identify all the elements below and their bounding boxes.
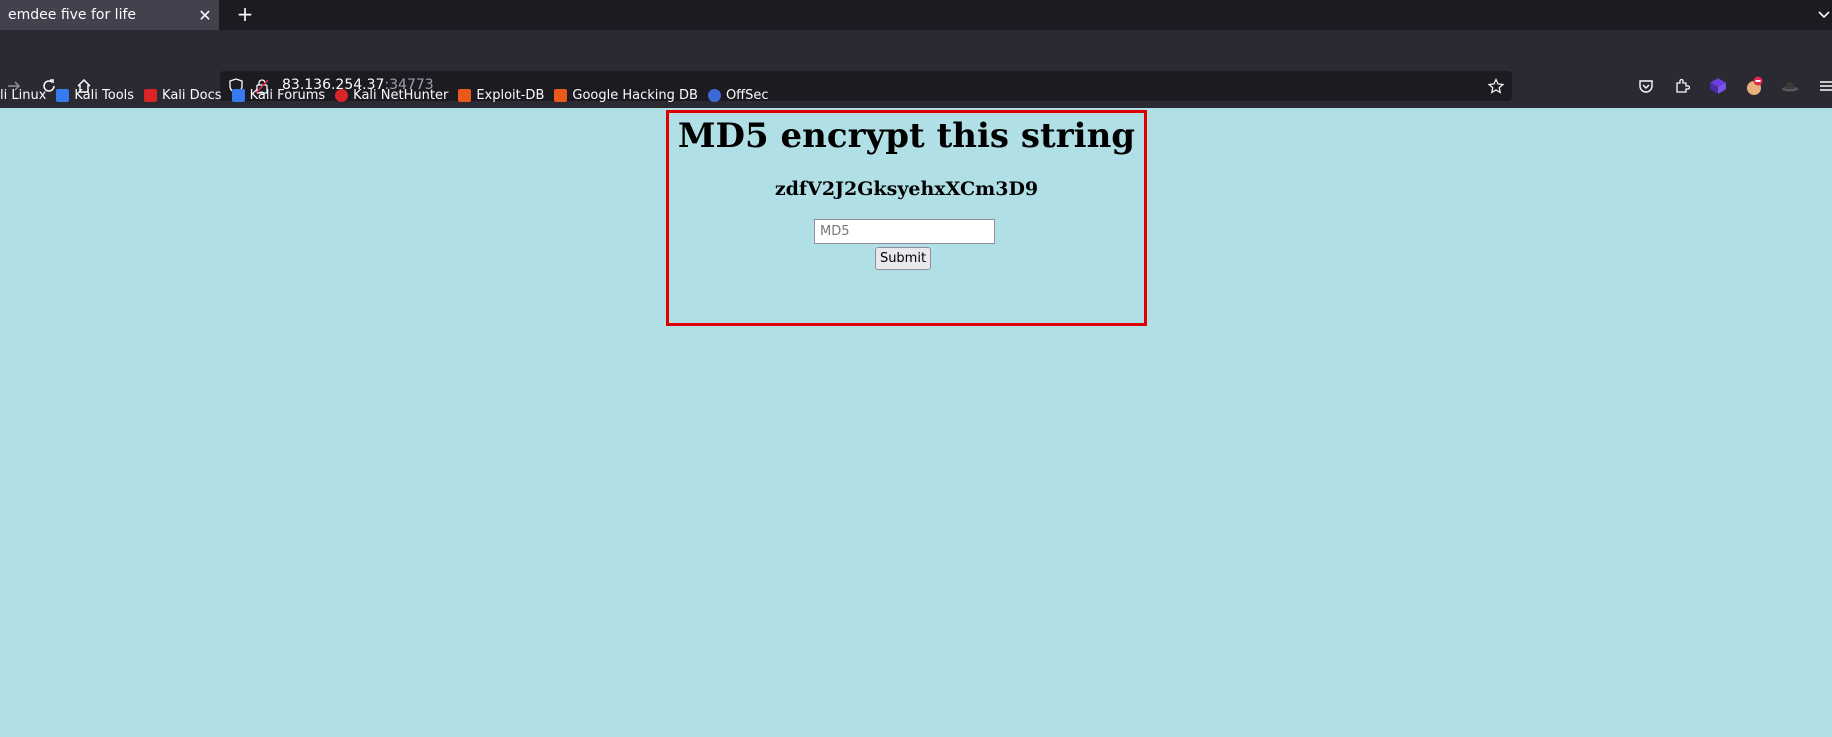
bookmark-kali-linux[interactable]: li Linux: [0, 88, 46, 103]
bookmark-label: Kali Tools: [74, 87, 135, 103]
kali-nethunter-icon: [335, 88, 349, 102]
bookmarks-toolbar: li Linux Kali Tools Kali Docs Kali Forum…: [0, 82, 1832, 108]
exploit-db-icon: [458, 88, 472, 102]
kali-forums-icon: [231, 88, 245, 102]
bookmark-label: Google Hacking DB: [572, 87, 698, 103]
bookmark-label: OffSec: [725, 87, 769, 103]
bookmark-kali-docs[interactable]: Kali Docs: [144, 88, 222, 103]
kali-docs-icon: [144, 88, 158, 102]
md5-input[interactable]: [814, 219, 995, 244]
nav-bar: 83.136.254.37:34773 li Linux Kali Tools …: [0, 30, 1832, 112]
bookmark-google-hacking-db[interactable]: Google Hacking DB: [554, 88, 698, 103]
challenge-box: MD5 encrypt this string zdfV2J2GksyehxXC…: [666, 110, 1147, 326]
tab-title: emdee five for life: [8, 7, 137, 23]
bookmark-kali-tools[interactable]: Kali Tools: [56, 88, 134, 103]
google-hacking-db-icon: [554, 88, 568, 102]
tab-bar: emdee five for life ✕ +: [0, 0, 1832, 30]
challenge-string: zdfV2J2GksyehxXCm3D9: [774, 178, 1039, 200]
page-heading: MD5 encrypt this string: [677, 116, 1136, 156]
submit-button[interactable]: Submit: [875, 247, 931, 270]
bookmark-label: Exploit-DB: [476, 87, 545, 103]
bookmark-label: Kali NetHunter: [353, 87, 449, 103]
bookmark-label: Kali Forums: [249, 87, 326, 103]
tab-active[interactable]: emdee five for life ✕: [0, 0, 219, 30]
bookmark-exploit-db[interactable]: Exploit-DB: [458, 88, 544, 103]
bookmark-offsec[interactable]: OffSec: [707, 87, 769, 103]
bookmark-kali-nethunter[interactable]: Kali NetHunter: [335, 88, 448, 103]
offsec-icon: [707, 88, 721, 102]
new-tab-button[interactable]: +: [233, 3, 257, 27]
kali-tools-icon: [56, 88, 70, 102]
bookmark-kali-forums[interactable]: Kali Forums: [231, 87, 326, 103]
bookmark-label: Kali Docs: [162, 87, 222, 103]
chevron-down-icon[interactable]: [1816, 6, 1832, 22]
page-content: MD5 encrypt this string zdfV2J2GksyehxXC…: [0, 108, 1832, 737]
close-tab-icon[interactable]: ✕: [191, 6, 219, 25]
bookmark-label: li Linux: [0, 87, 47, 103]
